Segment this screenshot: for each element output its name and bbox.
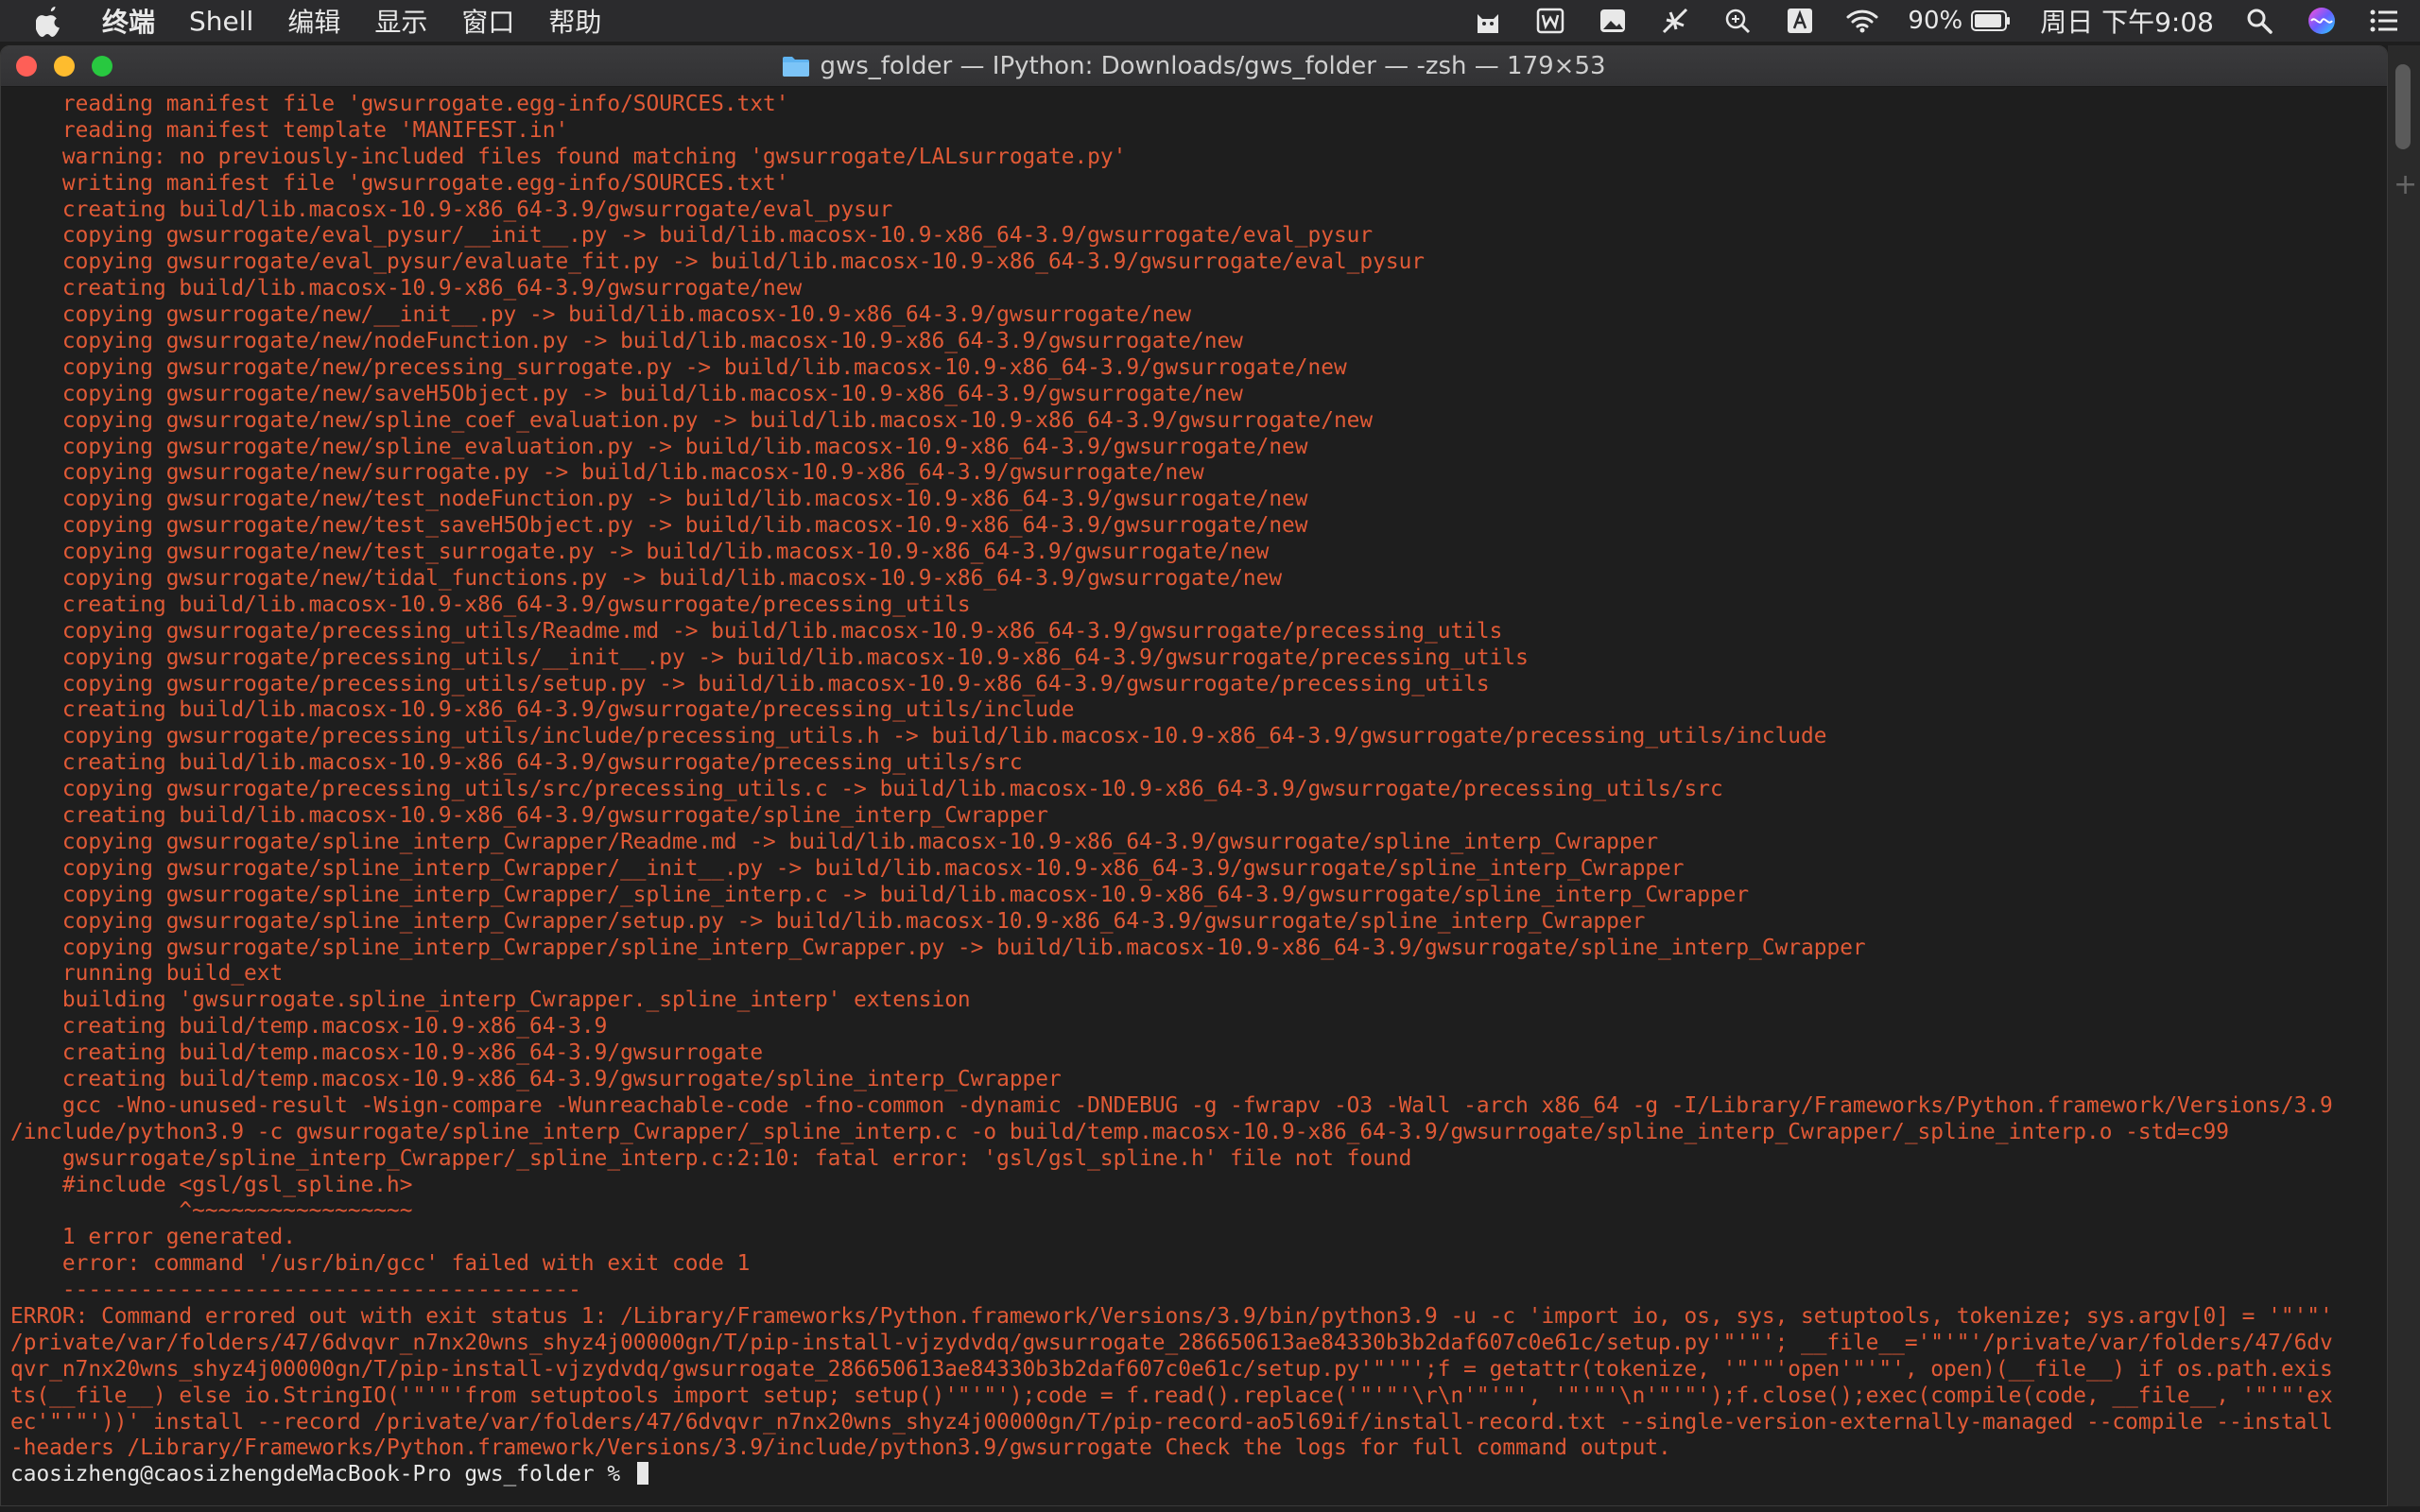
scrollbar[interactable]: + [2388, 45, 2420, 1506]
terminal-line: creating build/lib.macosx-10.9-x86_64-3.… [10, 750, 1023, 776]
title-wrap: gws_folder — IPython: Downloads/gws_fold… [782, 52, 1606, 80]
terminal-line: copying gwsurrogate/eval_pysur/evaluate_… [10, 249, 1426, 275]
search-q-icon[interactable] [1720, 4, 1754, 38]
terminal-line: /private/var/folders/47/6dvqvr_n7nx20wns… [10, 1330, 2333, 1355]
terminal-line: copying gwsurrogate/new/precessing_surro… [10, 354, 1347, 380]
terminal-line: copying gwsurrogate/new/spline_evaluatio… [10, 434, 1308, 459]
terminal-line: 1 error generated. [10, 1225, 296, 1250]
terminal-line: creating build/temp.macosx-10.9-x86_64-3… [10, 1014, 608, 1040]
terminal-line: copying gwsurrogate/precessing_utils/Rea… [10, 618, 1503, 644]
terminal-line: creating build/lib.macosx-10.9-x86_64-3.… [10, 803, 1048, 829]
terminal-line: reading manifest file 'gwsurrogate.egg-i… [10, 92, 789, 116]
plus-icon[interactable]: + [2394, 168, 2417, 201]
font-a-icon[interactable] [1783, 4, 1817, 38]
terminal-line: creating build/temp.macosx-10.9-x86_64-3… [10, 1040, 764, 1066]
terminal-line: writing manifest file 'gwsurrogate.egg-i… [10, 170, 789, 196]
terminal-line: copying gwsurrogate/new/nodeFunction.py … [10, 329, 1243, 354]
menu-clock[interactable]: 周日 下午9:08 [2040, 2, 2214, 40]
terminal-line: /include/python3.9 -c gwsurrogate/spline… [10, 1119, 2229, 1144]
terminal-line: copying gwsurrogate/new/tidal_functions.… [10, 566, 1283, 592]
battery-icon[interactable] [1970, 4, 2012, 38]
status-area: 90% 周日 下午9:08 [1471, 0, 2420, 42]
terminal-line: copying gwsurrogate/precessing_utils/src… [10, 777, 1723, 802]
close-button[interactable] [16, 56, 37, 77]
shell-prompt: caosizheng@caosizhengdeMacBook-Pro gws_f… [10, 1462, 633, 1487]
terminal-line: creating build/lib.macosx-10.9-x86_64-3.… [10, 197, 893, 222]
siri-icon[interactable] [2305, 4, 2339, 38]
menu-help[interactable]: 帮助 [548, 2, 601, 40]
terminal-line: copying gwsurrogate/precessing_utils/set… [10, 671, 1490, 696]
terminal-line: ERROR: Command errored out with exit sta… [10, 1303, 2333, 1329]
terminal-line: creating build/lib.macosx-10.9-x86_64-3.… [10, 697, 1075, 723]
terminal-line: gwsurrogate/spline_interp_Cwrapper/_spli… [10, 1145, 1412, 1171]
terminal-line: copying gwsurrogate/precessing_utils/inc… [10, 724, 1827, 749]
folder-icon [782, 55, 810, 77]
zoom-button[interactable] [92, 56, 112, 77]
terminal-line: copying gwsurrogate/new/test_nodeFunctio… [10, 487, 1308, 512]
terminal-line: building 'gwsurrogate.spline_interp_Cwra… [10, 988, 971, 1013]
menu-edit[interactable]: 编辑 [287, 2, 340, 40]
terminal-line: copying gwsurrogate/spline_interp_Cwrapp… [10, 829, 1659, 854]
terminal-output[interactable]: reading manifest file 'gwsurrogate.egg-i… [10, 92, 2374, 1503]
terminal-line: copying gwsurrogate/new/surrogate.py -> … [10, 460, 1204, 486]
menu-bar: 终端 Shell 编辑 显示 窗口 帮助 90% 周日 下午9:08 [0, 0, 2420, 42]
terminal-line: copying gwsurrogate/spline_interp_Cwrapp… [10, 935, 1866, 960]
window-title: gws_folder — IPython: Downloads/gws_fold… [820, 52, 1606, 80]
title-bar[interactable]: gws_folder — IPython: Downloads/gws_fold… [1, 46, 2387, 87]
terminal-line: ec'"'"'))' install --record /private/var… [10, 1409, 2333, 1435]
text-cursor [636, 1462, 648, 1486]
cat-icon[interactable] [1471, 4, 1505, 38]
battery-percent: 90% [1908, 7, 1963, 35]
window-controls [16, 56, 130, 77]
scrollbar-thumb[interactable] [2395, 64, 2411, 149]
terminal-line: gcc -Wno-unused-result -Wsign-compare -W… [10, 1092, 2333, 1118]
image-icon[interactable] [1596, 4, 1630, 38]
menu-app-terminal[interactable]: 终端 [102, 2, 155, 40]
terminal-line: creating build/lib.macosx-10.9-x86_64-3.… [10, 276, 803, 301]
feather-icon[interactable] [1658, 4, 1692, 38]
terminal-line: copying gwsurrogate/precessing_utils/__i… [10, 644, 1529, 670]
terminal-line: running build_ext [10, 961, 284, 987]
terminal-line: ^~~~~~~~~~~~~~~~~~ [10, 1198, 413, 1224]
menu-view[interactable]: 显示 [374, 2, 427, 40]
word-icon[interactable] [1533, 4, 1567, 38]
terminal-line: ts(__file__) else io.StringIO('"'"'from … [10, 1383, 2333, 1408]
shell-prompt-line[interactable]: caosizheng@caosizhengdeMacBook-Pro gws_f… [10, 1462, 2374, 1488]
terminal-line: creating build/temp.macosx-10.9-x86_64-3… [10, 1066, 1062, 1091]
terminal-line: reading manifest template 'MANIFEST.in' [10, 117, 569, 143]
menu-shell[interactable]: Shell [189, 6, 253, 37]
terminal-line: copying gwsurrogate/new/saveH5Object.py … [10, 381, 1243, 406]
terminal-line: copying gwsurrogate/spline_interp_Cwrapp… [10, 855, 1685, 881]
control-center-icon[interactable] [2367, 4, 2401, 38]
terminal-line: copying gwsurrogate/spline_interp_Cwrapp… [10, 908, 1646, 934]
menu-window[interactable]: 窗口 [461, 2, 514, 40]
terminal-line: copying gwsurrogate/new/test_saveH5Objec… [10, 513, 1308, 539]
terminal-line: ---------------------------------------- [10, 1278, 581, 1303]
terminal-line: qvr_n7nx20wns_shyz4j00000gn/T/pip-instal… [10, 1356, 2333, 1382]
terminal-line: creating build/lib.macosx-10.9-x86_64-3.… [10, 592, 971, 617]
terminal-line: -headers /Library/Frameworks/Python.fram… [10, 1435, 1671, 1461]
terminal-line: copying gwsurrogate/spline_interp_Cwrapp… [10, 882, 1750, 907]
terminal-line: copying gwsurrogate/new/test_surrogate.p… [10, 540, 1270, 565]
terminal-line: copying gwsurrogate/new/spline_coef_eval… [10, 407, 1374, 433]
minimize-button[interactable] [54, 56, 75, 77]
terminal-line: copying gwsurrogate/eval_pysur/__init__.… [10, 223, 1374, 249]
terminal-line: copying gwsurrogate/new/__init__.py -> b… [10, 302, 1191, 328]
spotlight-icon[interactable] [2242, 4, 2276, 38]
terminal-line: warning: no previously-included files fo… [10, 144, 1127, 169]
wifi-icon[interactable] [1845, 4, 1879, 38]
apple-icon[interactable] [36, 4, 70, 38]
terminal-line: #include <gsl/gsl_spline.h> [10, 1172, 413, 1197]
terminal-line: error: command '/usr/bin/gcc' failed wit… [10, 1251, 751, 1277]
terminal-window: gws_folder — IPython: Downloads/gws_fold… [0, 45, 2388, 1506]
